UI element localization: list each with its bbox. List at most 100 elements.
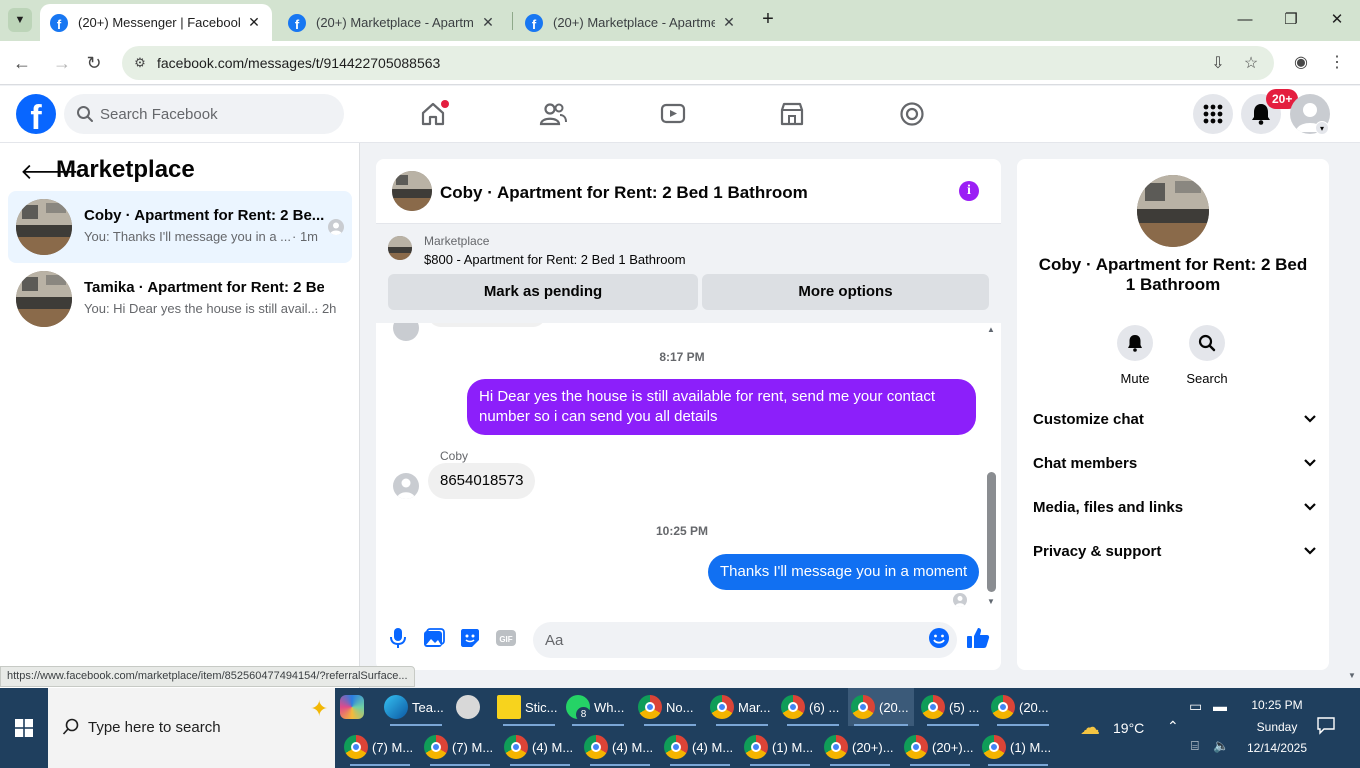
clock-date[interactable]: 12/14/2025 (1239, 741, 1315, 755)
chevron-down-icon[interactable]: ▾ (1315, 121, 1329, 135)
chat-title[interactable]: Coby · Apartment for Rent: 2 Bed 1 Bathr… (440, 183, 808, 203)
mute-action[interactable]: Mute (1105, 325, 1165, 386)
section-privacy-support[interactable]: Privacy & support (1033, 538, 1317, 566)
taskbar-app-chrome-r2-4[interactable]: (4) M... (584, 728, 656, 766)
start-button[interactable] (0, 688, 48, 768)
message-thread: 8:17 PM Hi Dear yes the house is still a… (376, 323, 1001, 613)
search-icon[interactable] (1189, 325, 1225, 361)
gif-icon[interactable]: GIF (493, 625, 519, 651)
outgoing-message[interactable]: Thanks I'll message you in a moment (708, 554, 980, 590)
network-icon[interactable]: ⌸ (1191, 738, 1199, 754)
taskbar-app-chrome-1[interactable]: No... (638, 688, 702, 726)
new-tab-button[interactable]: + (757, 8, 779, 32)
forward-button[interactable]: → (49, 50, 75, 76)
browser-tab-marketplace-2[interactable]: f (20+) Marketplace - Apartment ✕ (515, 4, 747, 41)
conversation-item-tamika[interactable]: Tamika · Apartment for Rent: 2 Be... You… (8, 263, 352, 335)
close-icon[interactable]: ✕ (721, 14, 737, 31)
back-button[interactable]: ← (9, 50, 35, 76)
outgoing-message[interactable]: Hi Dear yes the house is still available… (467, 379, 976, 435)
taskbar-search-text: Type here to search (88, 719, 221, 736)
site-info-icon[interactable]: ⚙ (130, 53, 150, 73)
page-scroll-down-arrow[interactable]: ▼ (1348, 671, 1356, 680)
taskbar-app-edge[interactable]: Tea... (384, 688, 448, 726)
weather-temperature[interactable]: 19°C (1113, 720, 1144, 736)
browser-tab-messenger[interactable]: f (20+) Messenger | Facebook ✕ (40, 4, 272, 41)
menu-button[interactable] (1193, 94, 1233, 134)
taskbar-search[interactable]: Type here to search ✦ (48, 688, 335, 768)
taskbar-app-whatsapp[interactable]: 8 Wh... (566, 688, 630, 726)
nav-video[interactable] (653, 98, 693, 130)
profile-icon[interactable]: ◉ (1290, 52, 1312, 74)
taskbar-app-chrome-r2-2[interactable]: (7) M... (424, 728, 496, 766)
emoji-icon[interactable] (926, 625, 952, 651)
facebook-search[interactable] (64, 94, 344, 134)
photo-icon[interactable] (421, 625, 447, 651)
conversation-name: Coby · Apartment for Rent: 2 Be... (84, 207, 324, 224)
maximize-button[interactable]: ❐ (1279, 8, 1303, 32)
listing-title[interactable]: $800 - Apartment for Rent: 2 Bed 1 Bathr… (424, 252, 686, 267)
install-app-icon[interactable]: ⇩ (1207, 53, 1229, 75)
tab-search-button[interactable]: ▼ (8, 8, 32, 32)
section-media-files-links[interactable]: Media, files and links (1033, 494, 1317, 522)
scroll-up-arrow[interactable]: ▲ (987, 325, 995, 334)
taskbar-app-chrome-r2-8[interactable]: (20+)... (904, 728, 976, 766)
incoming-message[interactable]: 8654018573 (428, 463, 536, 499)
volume-icon[interactable]: 🔈 (1213, 738, 1229, 754)
taskbar-app-chrome-r2-7[interactable]: (20+)... (824, 728, 896, 766)
taskbar-app-chrome-r2-1[interactable]: (7) M... (344, 728, 416, 766)
taskbar-app-chrome-r2-5[interactable]: (4) M... (664, 728, 736, 766)
taskbar-app-chrome-r2-9[interactable]: (1) M... (982, 728, 1054, 766)
chat-scrollbar[interactable] (987, 472, 996, 592)
info-icon[interactable]: i (959, 181, 979, 201)
facebook-logo[interactable]: f (16, 94, 56, 134)
taskbar-app-chrome-3[interactable]: (6) ... (781, 688, 845, 726)
mark-as-pending-button[interactable]: Mark as pending (388, 274, 698, 310)
close-window-button[interactable]: ✕ (1325, 8, 1349, 32)
microphone-icon[interactable] (385, 625, 411, 651)
like-icon[interactable] (965, 625, 991, 651)
nav-friends[interactable] (533, 98, 573, 130)
conversation-avatar[interactable] (1137, 175, 1209, 247)
address-bar[interactable]: ⚙ facebook.com/messages/t/91442270508856… (122, 46, 1274, 80)
bookmark-star-icon[interactable]: ☆ (1240, 53, 1262, 75)
taskbar-app-chrome-5[interactable]: (5) ... (921, 688, 985, 726)
chevron-up-icon[interactable]: ⌃ (1167, 718, 1179, 735)
minimize-button[interactable]: — (1233, 8, 1257, 32)
chrome-menu-icon[interactable]: ⋮ (1326, 52, 1348, 74)
weather-icon[interactable]: ☁ (1080, 715, 1100, 740)
close-icon[interactable]: ✕ (246, 14, 262, 31)
search-action[interactable]: Search (1177, 325, 1237, 386)
battery-icon[interactable]: ▬ (1213, 698, 1227, 714)
taskbar-app-copilot[interactable] (340, 688, 376, 726)
nav-gaming[interactable] (892, 98, 932, 130)
clock-time[interactable]: 10:25 PM (1247, 698, 1307, 712)
taskbar-app-sticky-notes[interactable]: Stic... (497, 688, 561, 726)
close-icon[interactable]: ✕ (480, 14, 496, 31)
sender-avatar[interactable] (393, 473, 419, 499)
conversation-item-coby[interactable]: Coby · Apartment for Rent: 2 Be... You: … (8, 191, 352, 263)
section-customize-chat[interactable]: Customize chat (1033, 406, 1317, 434)
more-options-button[interactable]: More options (702, 274, 989, 310)
clock-day[interactable]: Sunday (1247, 720, 1307, 734)
taskbar-app-chrome-6[interactable]: (20... (991, 688, 1055, 726)
whatsapp-badge: 8 (576, 707, 591, 722)
notification-center-icon[interactable] (1316, 715, 1336, 740)
taskbar-app-chrome-active[interactable]: (20... (848, 688, 914, 726)
section-chat-members[interactable]: Chat members (1033, 450, 1317, 478)
reload-button[interactable]: ↻ (81, 50, 107, 76)
scroll-down-arrow[interactable]: ▼ (987, 597, 995, 606)
taskbar-app-paint[interactable] (456, 688, 492, 726)
taskbar-app-chrome-r2-3[interactable]: (4) M... (504, 728, 576, 766)
sticker-icon[interactable] (457, 625, 483, 651)
search-input[interactable] (100, 94, 330, 134)
message-input[interactable] (533, 622, 957, 658)
taskbar-app-chrome-r2-6[interactable]: (1) M... (744, 728, 816, 766)
display-icon[interactable]: ▭ (1189, 698, 1202, 715)
taskbar-app-label: (7) M... (372, 739, 414, 755)
bell-icon[interactable] (1117, 325, 1153, 361)
taskbar-app-chrome-2[interactable]: Mar... (710, 688, 774, 726)
browser-tab-marketplace-1[interactable]: f (20+) Marketplace - Apartment ✕ (278, 4, 506, 41)
chat-avatar[interactable] (392, 171, 432, 211)
taskbar-app-label: Mar... (738, 699, 771, 715)
nav-marketplace[interactable] (772, 98, 812, 130)
